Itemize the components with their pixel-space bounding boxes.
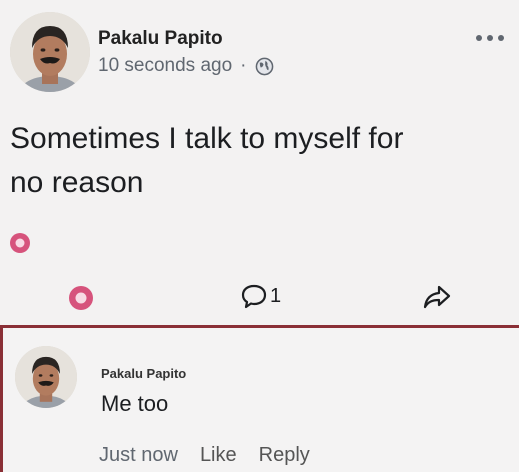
post-timestamp[interactable]: 10 seconds ago — [98, 55, 232, 77]
globe-icon — [255, 57, 274, 76]
comment-section: Pakalu Papito Me too Just now Like Reply — [0, 325, 519, 472]
post-text-line-2: no reason — [10, 166, 144, 199]
react-button[interactable] — [68, 285, 94, 311]
post-author-avatar[interactable] — [10, 12, 90, 92]
comment-button[interactable]: 1 — [240, 282, 281, 310]
comment-text: Me too — [101, 391, 169, 416]
post-author-name[interactable]: Pakalu Papito — [98, 28, 223, 50]
share-icon[interactable] — [422, 283, 452, 311]
facebook-post-screenshot: Pakalu Papito 10 seconds ago · Sometimes… — [0, 0, 519, 472]
comment-like-button[interactable]: Like — [200, 444, 237, 467]
post-meta: 10 seconds ago · — [98, 55, 274, 77]
meta-separator: · — [240, 55, 247, 76]
comment-author-avatar[interactable] — [15, 346, 77, 408]
post-text-line-1: Sometimes I talk to myself for — [10, 122, 404, 155]
comment-icon — [240, 282, 268, 310]
comment-author-name[interactable]: Pakalu Papito — [101, 366, 186, 381]
post-text: Sometimes I talk to myself for no reason — [10, 117, 519, 205]
comment-timestamp: Just now — [99, 444, 178, 466]
post-action-bar: 1 — [0, 278, 519, 318]
comment-actions: Just now Like Reply — [99, 444, 310, 467]
reaction-icon[interactable] — [9, 232, 31, 254]
comment-count: 1 — [270, 284, 282, 307]
more-options-icon[interactable] — [473, 28, 507, 48]
comment-reply-button[interactable]: Reply — [259, 444, 310, 467]
